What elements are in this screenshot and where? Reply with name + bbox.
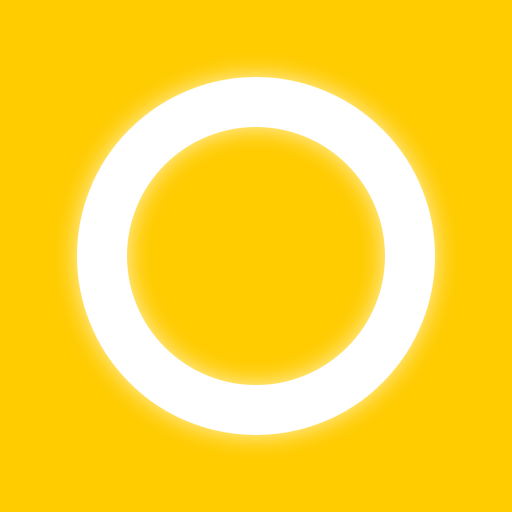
ring-icon bbox=[0, 0, 512, 512]
app-icon-canvas bbox=[0, 0, 512, 512]
icon-background bbox=[0, 0, 512, 512]
